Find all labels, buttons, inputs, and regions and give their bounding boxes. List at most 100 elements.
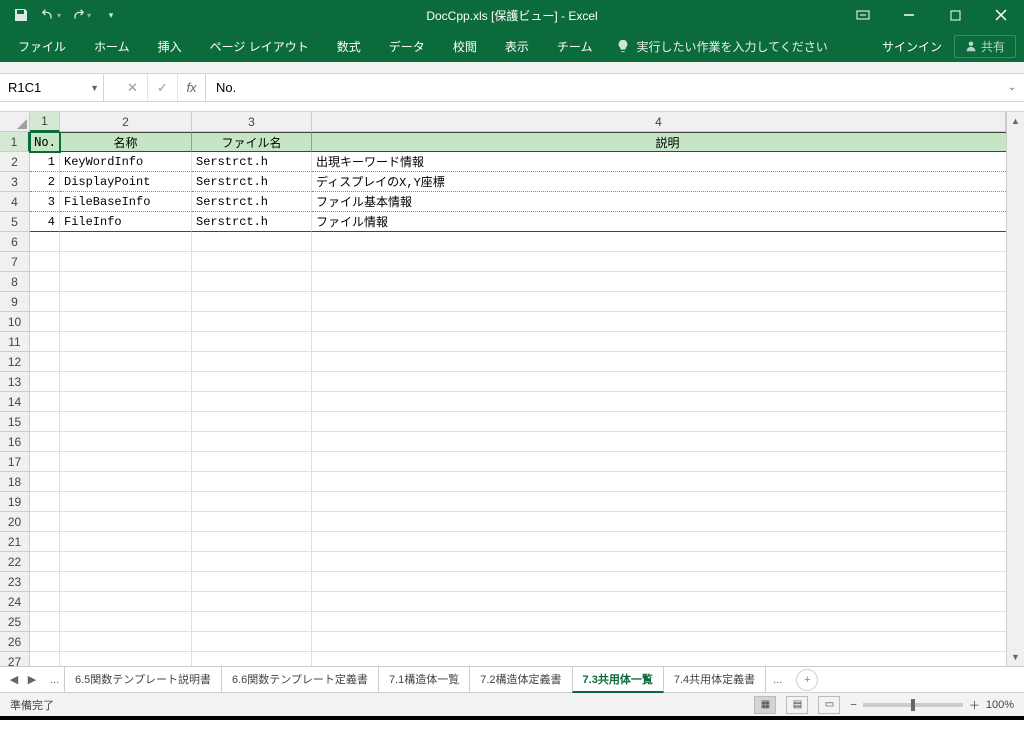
tab-insert[interactable]: 挿入	[144, 30, 196, 62]
cell[interactable]	[30, 232, 60, 252]
row-header-15[interactable]: 15	[0, 412, 30, 432]
cell[interactable]	[192, 532, 312, 552]
cell[interactable]	[312, 492, 1024, 512]
cell[interactable]	[30, 552, 60, 572]
cell[interactable]	[192, 632, 312, 652]
cell[interactable]	[60, 272, 192, 292]
cell[interactable]	[192, 612, 312, 632]
cell[interactable]	[192, 492, 312, 512]
scroll-down-button[interactable]: ▼	[1007, 648, 1024, 666]
undo-button[interactable]: ▾	[38, 2, 64, 28]
zoom-level[interactable]: 100%	[986, 699, 1014, 711]
tab-home[interactable]: ホーム	[80, 30, 144, 62]
cell[interactable]	[312, 532, 1024, 552]
cell[interactable]	[312, 452, 1024, 472]
cell[interactable]	[60, 632, 192, 652]
cell[interactable]	[30, 472, 60, 492]
tab-view[interactable]: 表示	[491, 30, 543, 62]
expand-formula-button[interactable]: ⌄	[1000, 74, 1024, 101]
cell[interactable]	[30, 432, 60, 452]
cell[interactable]: ファイル名	[192, 132, 312, 152]
cell[interactable]	[192, 592, 312, 612]
cell[interactable]: 名称	[60, 132, 192, 152]
formula-input[interactable]: No.	[206, 74, 1000, 101]
cell[interactable]	[30, 272, 60, 292]
row-header-10[interactable]: 10	[0, 312, 30, 332]
cell[interactable]	[30, 512, 60, 532]
row-header-24[interactable]: 24	[0, 592, 30, 612]
cell[interactable]	[312, 552, 1024, 572]
cell[interactable]	[192, 432, 312, 452]
row-header-2[interactable]: 2	[0, 152, 30, 172]
page-layout-view-button[interactable]: ▤	[786, 696, 808, 714]
cell[interactable]	[30, 332, 60, 352]
row-header-3[interactable]: 3	[0, 172, 30, 192]
sheet-tab[interactable]: 7.2構造体定義書	[469, 667, 572, 693]
cell[interactable]	[312, 352, 1024, 372]
sheet-tab[interactable]: 7.4共用体定義書	[663, 667, 766, 693]
cell[interactable]	[60, 292, 192, 312]
row-header-23[interactable]: 23	[0, 572, 30, 592]
cells-area[interactable]: No.名称ファイル名説明1KeyWordInfoSerstrct.h出現キーワー…	[30, 132, 1024, 666]
row-header-27[interactable]: 27	[0, 652, 30, 666]
name-box[interactable]: R1C1▼	[0, 74, 104, 101]
cell[interactable]: 2	[30, 172, 60, 192]
cell[interactable]	[30, 392, 60, 412]
cell[interactable]: Serstrct.h	[192, 172, 312, 192]
cell[interactable]: FileInfo	[60, 212, 192, 232]
accept-formula-button[interactable]: ✓	[148, 74, 178, 101]
cell[interactable]	[30, 592, 60, 612]
cell[interactable]	[30, 292, 60, 312]
cell[interactable]	[192, 332, 312, 352]
cell[interactable]	[30, 312, 60, 332]
cell[interactable]	[30, 572, 60, 592]
row-header-11[interactable]: 11	[0, 332, 30, 352]
cell[interactable]	[60, 652, 192, 666]
cell[interactable]	[312, 312, 1024, 332]
cell[interactable]	[312, 652, 1024, 666]
col-header-1[interactable]: 1	[30, 112, 60, 132]
cell[interactable]	[30, 252, 60, 272]
sheet-more[interactable]: ...	[42, 674, 58, 686]
cell[interactable]	[60, 452, 192, 472]
cell[interactable]	[60, 232, 192, 252]
cell[interactable]	[192, 252, 312, 272]
row-header-8[interactable]: 8	[0, 272, 30, 292]
minimize-button[interactable]	[886, 0, 932, 30]
sheet-tab[interactable]: 6.5関数テンプレート説明書	[64, 667, 222, 693]
cell[interactable]	[30, 632, 60, 652]
cell[interactable]: FileBaseInfo	[60, 192, 192, 212]
cell[interactable]: 3	[30, 192, 60, 212]
row-header-12[interactable]: 12	[0, 352, 30, 372]
cell[interactable]: Serstrct.h	[192, 152, 312, 172]
cell[interactable]	[192, 392, 312, 412]
cell[interactable]	[30, 612, 60, 632]
cell[interactable]	[192, 352, 312, 372]
row-header-26[interactable]: 26	[0, 632, 30, 652]
cell[interactable]	[60, 412, 192, 432]
zoom-in-button[interactable]: ＋	[969, 697, 980, 713]
cell[interactable]: ディスプレイのX,Y座標	[312, 172, 1024, 192]
tab-team[interactable]: チーム	[543, 30, 607, 62]
cell[interactable]	[30, 372, 60, 392]
cell[interactable]	[60, 372, 192, 392]
col-header-4[interactable]: 4	[312, 112, 1006, 132]
cell[interactable]	[192, 412, 312, 432]
maximize-button[interactable]	[932, 0, 978, 30]
share-button[interactable]: 共有	[954, 35, 1016, 58]
cell[interactable]: 1	[30, 152, 60, 172]
cell[interactable]	[60, 572, 192, 592]
row-header-25[interactable]: 25	[0, 612, 30, 632]
cell[interactable]	[60, 332, 192, 352]
redo-button[interactable]: ▾	[68, 2, 94, 28]
sheet-tab[interactable]: 6.6関数テンプレート定義書	[221, 667, 379, 693]
cell[interactable]	[30, 532, 60, 552]
cell[interactable]	[30, 492, 60, 512]
qat-customize[interactable]: ▾	[98, 2, 124, 28]
cell[interactable]	[60, 552, 192, 572]
cell[interactable]	[192, 552, 312, 572]
cell[interactable]	[60, 392, 192, 412]
cell[interactable]	[60, 312, 192, 332]
vertical-scrollbar[interactable]: ▲ ▼	[1006, 132, 1024, 666]
cell[interactable]	[192, 652, 312, 666]
